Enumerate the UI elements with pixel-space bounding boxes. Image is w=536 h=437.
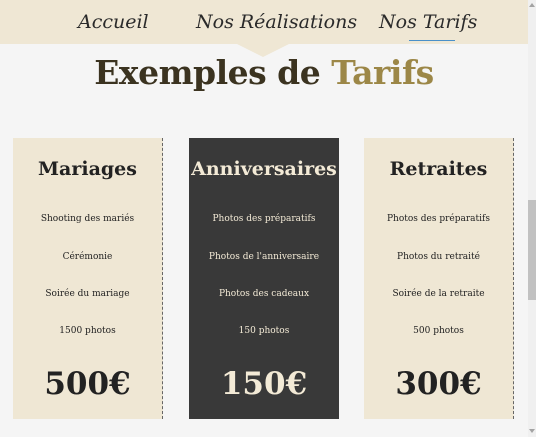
top-navbar: Accueil Nos Réalisations Nos Tarifs [0, 0, 536, 44]
card-feature: Photos des préparatifs [387, 214, 490, 224]
scroll-up-arrow-icon[interactable] [529, 3, 535, 7]
card-feature: Photos des préparatifs [212, 214, 316, 224]
card-feature: Photos des cadeaux [218, 289, 310, 299]
card-price: 150€ [220, 366, 308, 402]
card-title: Mariages [38, 158, 137, 180]
scroll-down-arrow-icon[interactable] [529, 429, 535, 433]
nav-link-nos-tarifs[interactable]: Nos Tarifs [379, 8, 477, 36]
nav-link-nos-realisations[interactable]: Nos Réalisations [196, 8, 357, 36]
card-price: 300€ [395, 366, 482, 402]
card-feature: Soirée du mariage [45, 289, 130, 299]
card-feature: Photos de l'anniversaire [208, 252, 320, 262]
card-feature: Cérémonie [62, 252, 113, 262]
card-feature: Photos du retraité [397, 252, 480, 262]
vertical-scrollbar-thumb[interactable] [528, 200, 536, 300]
nav-link-accueil[interactable]: Accueil [78, 8, 149, 36]
pricing-card-mariages: Mariages Shooting des mariés Cérémonie S… [13, 138, 163, 419]
card-feature: 500 photos [413, 326, 464, 336]
card-feature: Shooting des mariés [40, 214, 135, 224]
section-title-part2: Tarifs [331, 53, 434, 92]
pricing-card-anniversaires: Anniversaires Photos des préparatifs Pho… [189, 138, 339, 419]
card-feature: 1500 photos [59, 326, 116, 336]
card-feature: 150 photos [238, 326, 290, 336]
section-title-part1: Exemples de [94, 53, 321, 92]
card-feature: Soirée de la retraite [392, 289, 485, 299]
card-price: 500€ [44, 366, 131, 402]
section-title: Exemples de Tarifs [0, 53, 528, 92]
pricing-card-retraites: Retraites Photos des préparatifs Photos … [364, 138, 514, 419]
card-title: Anniversaires [191, 158, 337, 180]
card-title: Retraites [389, 158, 488, 180]
active-nav-underline [409, 40, 455, 41]
